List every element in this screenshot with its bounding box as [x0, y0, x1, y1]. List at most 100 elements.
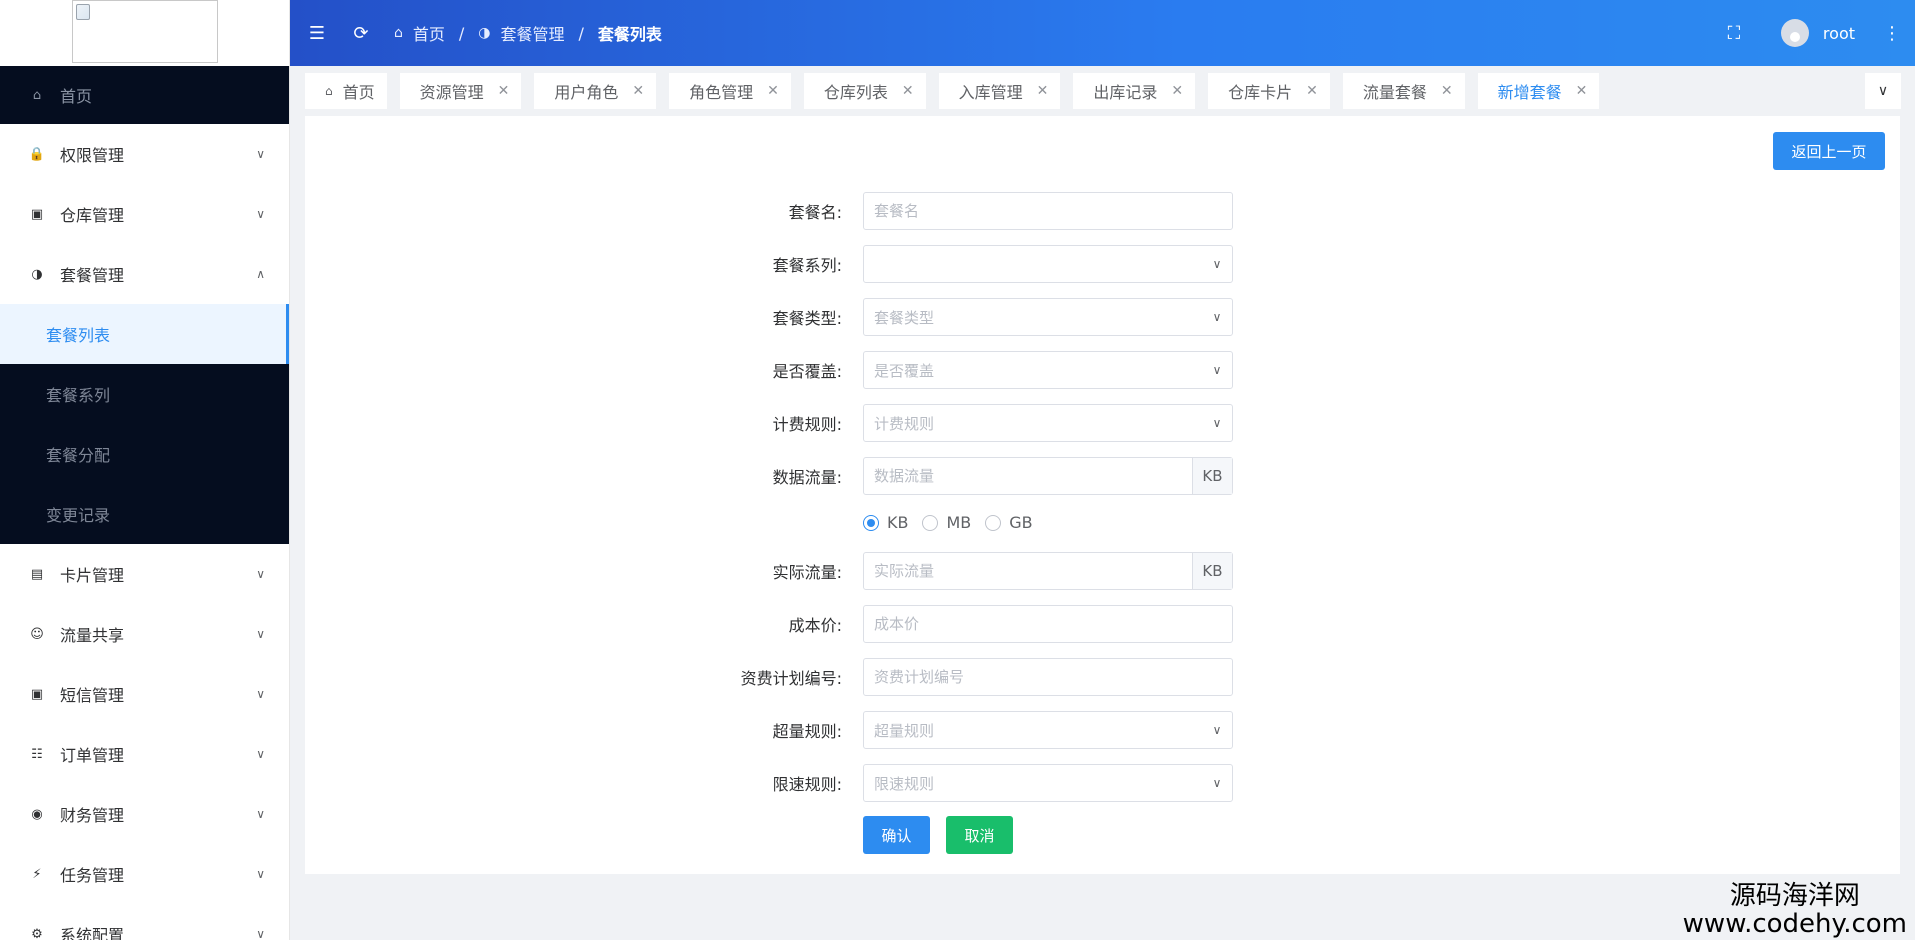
sidebar-item-finance[interactable]: ◉ 财务管理 ∨: [0, 784, 289, 844]
plan-no-field-wrap: [863, 658, 1233, 696]
chevron-down-icon: ∨: [256, 147, 265, 161]
sidebar-subitem-package-list[interactable]: 套餐列表: [0, 304, 289, 364]
sidebar-item-permissions[interactable]: 🔒 权限管理 ∨: [0, 124, 289, 184]
tab-resources[interactable]: 资源管理 ✕: [399, 73, 522, 109]
home-icon: ⌂: [325, 84, 333, 98]
tab-label: 资源管理: [419, 83, 484, 102]
close-icon[interactable]: ✕: [1037, 83, 1049, 99]
sidebar-item-label: 流量共享: [60, 626, 125, 645]
actual-flow-input[interactable]: [864, 553, 1192, 589]
sidebar-item-settings[interactable]: ⚙ 系统配置 ∨: [0, 904, 289, 940]
overwrite-select[interactable]: 是否覆盖 ∨: [863, 351, 1233, 389]
sidebar-item-warehouse[interactable]: ▣ 仓库管理 ∨: [0, 184, 289, 244]
sidebar-item-label: 仓库管理: [60, 206, 125, 225]
sidebar-subitem-label: 套餐列表: [46, 326, 111, 345]
card-icon: ▤: [30, 566, 44, 582]
form-row-cost: 成本价:: [305, 605, 1900, 643]
new-package-form-panel: 返回上一页 套餐名: 套餐系列: ∨ 套餐类型: 套餐类型 ∨ 是否覆盖: 是否…: [305, 116, 1900, 874]
close-icon[interactable]: ✕: [498, 83, 510, 99]
tab-home[interactable]: ⌂ 首页: [305, 73, 387, 109]
tab-new-package[interactable]: 新增套餐 ✕: [1477, 73, 1600, 109]
settings-icon: ⚙: [31, 926, 43, 940]
form-row-billing: 计费规则: 计费规则 ∨: [305, 404, 1900, 442]
message-icon: ▣: [30, 686, 44, 702]
sidebar-subitem-package-series[interactable]: 套餐系列: [0, 364, 289, 424]
sidebar-item-orders[interactable]: ☷ 订单管理 ∨: [0, 724, 289, 784]
tab-role-management[interactable]: 角色管理 ✕: [669, 73, 791, 109]
cost-input[interactable]: [864, 606, 1232, 642]
tab-label: 入库管理: [958, 83, 1023, 102]
menu-collapse-icon[interactable]: ☰: [306, 22, 328, 44]
sidebar-item-label: 订单管理: [60, 746, 125, 765]
close-icon[interactable]: ✕: [1576, 83, 1588, 99]
close-icon[interactable]: ✕: [1171, 83, 1183, 99]
close-icon[interactable]: ✕: [767, 83, 779, 99]
sidebar-item-cards[interactable]: ▤ 卡片管理 ∨: [0, 544, 289, 604]
sidebar-item-label: 卡片管理: [60, 566, 125, 585]
sidebar-item-tasks[interactable]: ⚡ 任务管理 ∨: [0, 844, 289, 904]
radio-dot: [863, 514, 879, 531]
select-placeholder: 限速规则: [874, 774, 935, 793]
field-label: 套餐名:: [788, 203, 842, 222]
billing-rule-select[interactable]: 计费规则 ∨: [863, 404, 1233, 442]
pie-icon: ◑: [31, 266, 43, 282]
chevron-down-icon: ∨: [256, 567, 265, 581]
unit-radio-kb[interactable]: KB: [863, 513, 908, 532]
chevron-down-icon: ∨: [256, 747, 265, 761]
close-icon[interactable]: ✕: [902, 83, 914, 99]
fullscreen-icon[interactable]: ⛶: [1723, 22, 1745, 44]
sidebar-subitem-label: 套餐分配: [46, 446, 111, 465]
package-name-input[interactable]: [864, 193, 1232, 229]
watermark: 源码海洋网 www.codehy.com: [1683, 883, 1907, 938]
unit-radio-gb[interactable]: GB: [985, 513, 1033, 532]
refresh-icon[interactable]: ⟳: [350, 22, 372, 44]
form-row-plan-no: 资费计划编号:: [305, 658, 1900, 696]
avatar[interactable]: [1780, 19, 1809, 47]
close-icon[interactable]: ✕: [1306, 83, 1318, 99]
package-type-select[interactable]: 套餐类型 ∨: [863, 298, 1233, 336]
back-button[interactable]: 返回上一页: [1773, 132, 1885, 170]
field-label: 资费计划编号:: [740, 669, 842, 688]
sidebar-item-label: 任务管理: [60, 866, 125, 885]
sidebar: ⌂ 首页 🔒 权限管理 ∨ ▣ 仓库管理 ∨ ◑ 套餐管理 ∧ 套餐列表 套餐系…: [0, 0, 290, 940]
home-icon: ⌂: [32, 87, 42, 103]
overage-rule-select[interactable]: 超量规则 ∨: [863, 711, 1233, 749]
sidebar-item-label: 系统配置: [60, 926, 125, 940]
sidebar-item-sms[interactable]: ▣ 短信管理 ∨: [0, 664, 289, 724]
username[interactable]: root: [1823, 24, 1855, 43]
breadcrumb-item-packages[interactable]: ◑ 套餐管理: [478, 21, 564, 45]
confirm-button[interactable]: 确认: [863, 816, 930, 854]
close-icon[interactable]: ✕: [632, 83, 644, 99]
package-series-select[interactable]: ∨: [863, 245, 1233, 283]
close-icon[interactable]: ✕: [1441, 83, 1453, 99]
packages-submenu: 套餐列表 套餐系列 套餐分配 变更记录: [0, 304, 289, 544]
lock-icon: 🔒: [28, 146, 46, 162]
tab-outbound[interactable]: 出库记录 ✕: [1073, 73, 1196, 109]
plan-number-input[interactable]: [864, 659, 1232, 695]
sidebar-item-packages[interactable]: ◑ 套餐管理 ∧: [0, 244, 289, 304]
radio-dot: [922, 514, 939, 531]
logo-image[interactable]: [71, 0, 218, 63]
tab-user-roles[interactable]: 用户角色 ✕: [534, 73, 657, 109]
unit-radio-mb[interactable]: MB: [922, 513, 971, 532]
tab-warehouse-list[interactable]: 仓库列表 ✕: [803, 73, 926, 109]
tab-flow-packages[interactable]: 流量套餐 ✕: [1342, 73, 1465, 109]
sidebar-item-home[interactable]: ⌂ 首页: [0, 66, 289, 124]
package-name-field-wrap: [863, 192, 1233, 230]
tab-warehouse-cards[interactable]: 仓库卡片 ✕: [1208, 73, 1330, 109]
watermark-line-1: 源码海洋网: [1729, 881, 1860, 912]
more-vertical-icon[interactable]: ⋮: [1881, 22, 1903, 44]
sidebar-subitem-change-log[interactable]: 变更记录: [0, 484, 289, 544]
form-row-speed-limit: 限速规则: 限速规则 ∨: [305, 764, 1900, 802]
speed-limit-select[interactable]: 限速规则 ∨: [863, 764, 1233, 802]
sidebar-item-flow-share[interactable]: ☺ 流量共享 ∨: [0, 604, 289, 664]
tab-label: 流量套餐: [1362, 83, 1427, 102]
select-placeholder: 是否覆盖: [874, 361, 935, 380]
tab-inbound[interactable]: 入库管理 ✕: [938, 73, 1061, 109]
tab-label: 新增套餐: [1497, 83, 1562, 102]
sidebar-subitem-package-assign[interactable]: 套餐分配: [0, 424, 289, 484]
cancel-button[interactable]: 取消: [946, 816, 1013, 854]
breadcrumb-item-home[interactable]: ⌂ 首页: [394, 21, 445, 45]
tabs-dropdown-button[interactable]: ∨: [1865, 73, 1901, 109]
data-flow-input[interactable]: [864, 458, 1192, 494]
